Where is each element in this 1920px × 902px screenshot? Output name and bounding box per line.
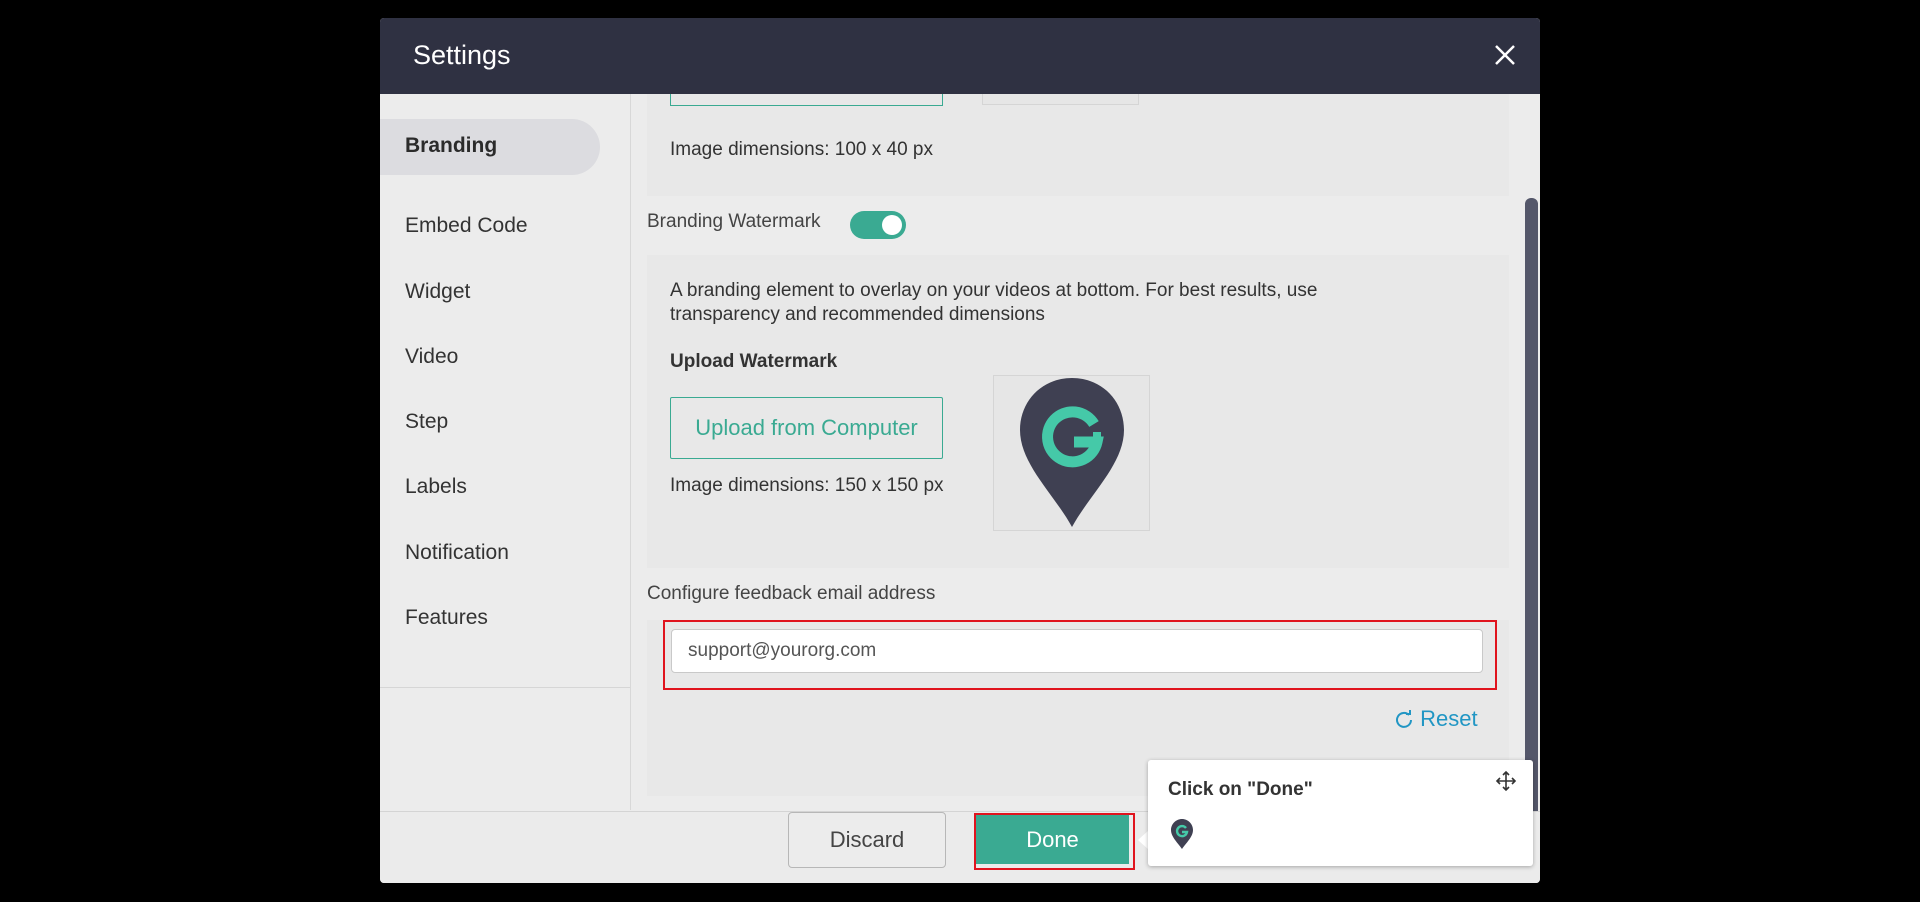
logo-dimensions-text: Image dimensions: 100 x 40 px [670,139,933,160]
watermark-preview [993,375,1150,531]
branding-content: Image dimensions: 100 x 40 px Branding W… [631,94,1524,810]
upload-watermark-heading: Upload Watermark [670,351,838,372]
move-icon[interactable] [1495,770,1517,792]
map-pin-g-logo-icon [1020,378,1124,527]
sidebar-item-notification[interactable]: Notification [405,541,509,565]
settings-dialog: Settings Branding Embed Code Widget Vide… [380,18,1540,883]
reset-icon [1396,710,1412,728]
content-scrollbar[interactable] [1525,198,1538,828]
dialog-title: Settings [413,40,511,70]
guide-tooltip [1148,760,1533,866]
watermark-dimensions-text: Image dimensions: 150 x 150 px [670,475,944,496]
sidebar-item-label: Branding [405,134,498,157]
settings-sidebar: Branding Embed Code Widget Video Step La… [380,94,631,810]
feedback-email-label: Configure feedback email address [647,583,936,604]
sidebar-item-features[interactable]: Features [405,606,488,630]
logo-panel: Image dimensions: 100 x 40 px [647,94,1509,196]
close-icon [1495,45,1515,65]
sidebar-item-branding[interactable]: Branding [380,119,600,175]
sidebar-item-video[interactable]: Video [405,345,458,369]
feedback-email-input[interactable] [671,629,1483,673]
sidebar-item-step[interactable]: Step [405,410,448,434]
toggle-knob [882,215,902,235]
branding-watermark-label: Branding Watermark [647,211,821,232]
upload-logo-button[interactable] [670,94,943,106]
done-button[interactable]: Done [976,815,1129,864]
sidebar-item-embed-code[interactable]: Embed Code [405,214,528,238]
branding-watermark-toggle[interactable] [850,211,906,239]
watermark-panel: A branding element to overlay on your vi… [647,255,1509,568]
discard-button[interactable]: Discard [788,812,946,868]
reset-link[interactable]: Reset [1394,706,1478,732]
sidebar-divider [380,687,630,688]
logo-preview [982,94,1139,105]
map-pin-g-logo-icon [1171,819,1193,849]
upload-from-computer-button[interactable]: Upload from Computer [670,397,943,459]
watermark-description: A branding element to overlay on your vi… [670,280,1318,325]
tooltip-text: Click on "Done" [1168,779,1313,800]
reset-label: Reset [1420,706,1478,731]
sidebar-item-labels[interactable]: Labels [405,475,467,499]
close-button[interactable] [1488,38,1522,72]
sidebar-item-widget[interactable]: Widget [405,280,470,304]
dialog-header: Settings [380,18,1540,94]
